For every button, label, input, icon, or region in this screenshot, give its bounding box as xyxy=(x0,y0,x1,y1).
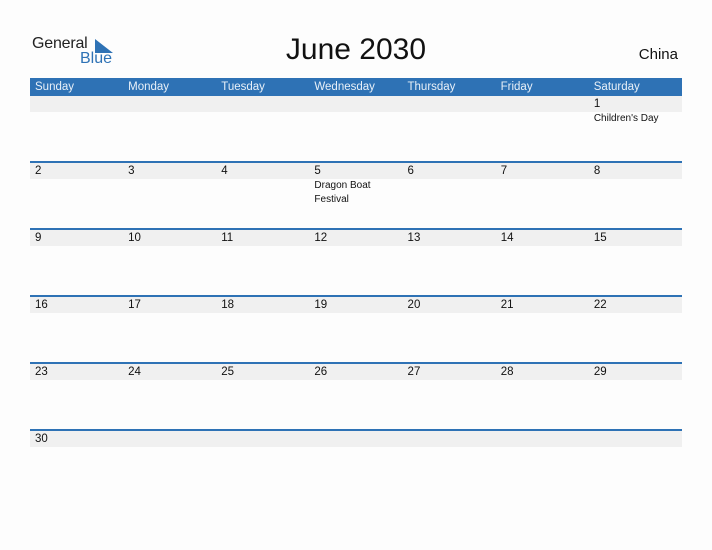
day-number: 6 xyxy=(407,165,414,177)
day-cell: 2 xyxy=(30,163,123,230)
day-number: 7 xyxy=(500,165,508,177)
day-cell xyxy=(496,96,589,163)
day-number: 14 xyxy=(500,232,514,244)
day-cell xyxy=(216,431,309,498)
day-number: 11 xyxy=(221,232,234,244)
day-cell xyxy=(216,96,309,163)
day-number: 13 xyxy=(407,232,421,244)
day-cell: 23 xyxy=(30,364,123,431)
day-cell: 29 xyxy=(589,364,682,431)
day-cell: 5 Dragon Boat Festival xyxy=(309,163,402,230)
day-cell xyxy=(589,431,682,498)
day-number: 25 xyxy=(221,366,235,378)
day-cell xyxy=(496,431,589,498)
day-cell xyxy=(403,431,496,498)
day-number: 19 xyxy=(314,299,328,311)
day-cell: 18 xyxy=(216,297,309,364)
day-cell: 12 xyxy=(309,230,402,297)
day-cell xyxy=(30,96,123,163)
day-cell xyxy=(309,431,402,498)
weekday-sunday: Sunday xyxy=(35,81,75,93)
day-cell: 22 xyxy=(589,297,682,364)
weekday-monday: Monday xyxy=(128,81,170,93)
day-cell: 21 xyxy=(496,297,589,364)
day-cell: 14 xyxy=(496,230,589,297)
day-number: 24 xyxy=(128,366,141,378)
weekday-friday: Friday xyxy=(500,81,533,93)
day-number: 30 xyxy=(35,433,48,445)
holiday-label: Dragon Boat Festival xyxy=(314,180,371,205)
week-row: 9 10 11 12 13 14 15 xyxy=(30,228,682,297)
day-cell: 11 xyxy=(216,230,309,297)
day-cell: 28 xyxy=(496,364,589,431)
day-cell: 10 xyxy=(123,230,216,297)
day-cell: 27 xyxy=(403,364,496,431)
day-cell: 30 xyxy=(30,431,123,498)
day-cell: 13 xyxy=(403,230,496,297)
day-number: 22 xyxy=(593,299,607,311)
day-cell: 9 xyxy=(30,230,123,297)
day-cell: 26 xyxy=(309,364,402,431)
day-number: 26 xyxy=(314,366,328,378)
day-number: 9 xyxy=(35,232,42,244)
day-number: 12 xyxy=(314,232,328,244)
day-number: 17 xyxy=(128,299,141,311)
day-number: 2 xyxy=(35,165,42,177)
day-number: 20 xyxy=(407,299,421,311)
weekday-tuesday: Tuesday xyxy=(221,81,265,93)
day-number: 1 xyxy=(593,98,601,110)
day-cell: 24 xyxy=(123,364,216,431)
day-cell xyxy=(309,96,402,163)
weekday-saturday: Saturday xyxy=(593,81,640,93)
day-number: 3 xyxy=(128,165,135,177)
day-cell: 1 Children's Day xyxy=(589,96,682,163)
day-number: 10 xyxy=(128,232,141,244)
day-cell: 7 xyxy=(496,163,589,230)
day-number: 5 xyxy=(314,165,321,177)
page-title: June 2030 xyxy=(285,33,427,66)
day-cell: 6 xyxy=(403,163,496,230)
day-number: 15 xyxy=(593,232,607,244)
week-row: 1 Children's Day xyxy=(30,96,682,163)
day-number: 23 xyxy=(35,366,48,378)
week-row: 23 24 25 26 27 28 29 xyxy=(30,362,682,431)
day-cell xyxy=(123,96,216,163)
weekday-wednesday: Wednesday xyxy=(314,81,375,93)
week-row: 2 3 4 5 Dragon Boat Festival 6 7 8 xyxy=(30,161,682,230)
day-number: 16 xyxy=(35,299,48,311)
day-number: 28 xyxy=(500,366,514,378)
day-number: 21 xyxy=(500,299,514,311)
day-cell: 15 xyxy=(589,230,682,297)
day-number: 27 xyxy=(407,366,421,378)
day-cell: 19 xyxy=(309,297,402,364)
day-number: 4 xyxy=(221,165,228,177)
day-number: 8 xyxy=(593,165,601,177)
day-cell: 20 xyxy=(403,297,496,364)
day-cell: 3 xyxy=(123,163,216,230)
day-number: 29 xyxy=(593,366,607,378)
day-cell xyxy=(403,96,496,163)
country-label: China xyxy=(638,46,678,63)
day-cell xyxy=(123,431,216,498)
day-cell: 16 xyxy=(30,297,123,364)
weekday-header: Sunday Monday Tuesday Wednesday Thursday… xyxy=(30,78,682,96)
week-row: 30 xyxy=(30,429,682,498)
day-cell: 25 xyxy=(216,364,309,431)
day-cell: 4 xyxy=(216,163,309,230)
week-row: 16 17 18 19 20 21 22 xyxy=(30,295,682,364)
day-cell: 17 xyxy=(123,297,216,364)
weekday-thursday: Thursday xyxy=(407,81,456,93)
day-number: 18 xyxy=(221,299,235,311)
day-cell: 8 xyxy=(589,163,682,230)
holiday-label: Children's Day xyxy=(593,113,659,124)
